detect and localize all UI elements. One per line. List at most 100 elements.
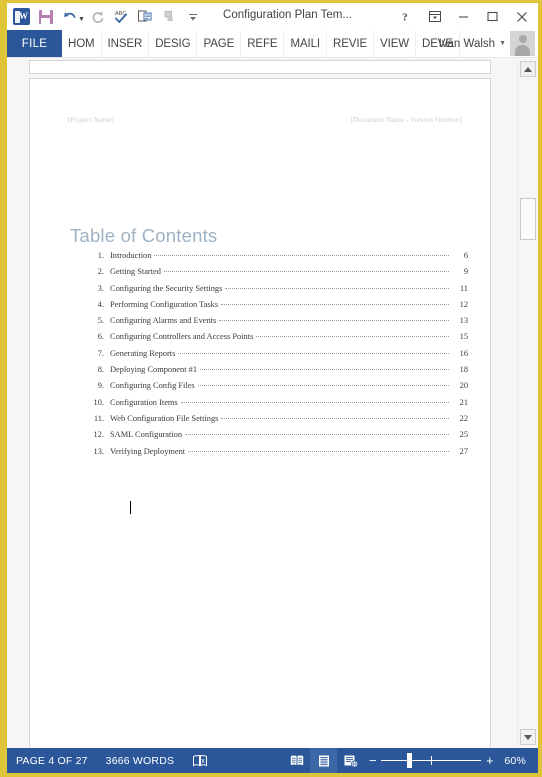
toc-entry[interactable]: 11. Web Configuration File Settings 22 — [70, 414, 468, 430]
toc-label[interactable]: Configuration Items — [110, 398, 181, 407]
toc-label[interactable]: Deploying Component #1 — [110, 365, 200, 374]
toc-label[interactable]: Introduction — [110, 251, 154, 260]
proofing-errors-icon[interactable]: x — [183, 748, 217, 773]
print-layout-button[interactable] — [310, 748, 338, 773]
word-count[interactable]: 3666 WORDS — [97, 748, 184, 773]
toc-entry[interactable]: 13. Verifying Deployment 27 — [70, 447, 468, 463]
toc-number: 5. — [97, 316, 104, 326]
toc-leader-dots — [221, 417, 449, 419]
toc-label[interactable]: Generating Reports — [110, 349, 178, 358]
avatar[interactable] — [510, 31, 535, 56]
svg-text:x: x — [201, 758, 205, 765]
toc-entry[interactable]: 6. Configuring Controllers and Access Po… — [70, 332, 468, 348]
tab-insert[interactable]: INSER — [102, 30, 150, 57]
toc-leader-dots — [188, 450, 449, 452]
toc-number: 13. — [93, 446, 104, 456]
web-layout-button[interactable] — [337, 748, 364, 773]
toc-leader-dots — [256, 336, 449, 338]
table-of-contents-list: 1. Introduction 6 2. Getting Started 9 3… — [70, 251, 468, 463]
touch-mode-icon[interactable] — [158, 6, 181, 28]
ribbon-tabs-group: HOM INSER DESIG PAGE REFE MAILI REVIE VI… — [62, 30, 460, 57]
toc-number: 1. — [97, 251, 104, 260]
customize-qat-icon[interactable] — [182, 6, 205, 28]
tab-page-layout[interactable]: PAGE — [197, 30, 242, 57]
toc-leader-dots — [225, 287, 449, 289]
toc-label[interactable]: Getting Started — [110, 267, 164, 276]
toc-page-number: 16 — [459, 348, 468, 358]
chevron-down-icon[interactable]: ▼ — [499, 40, 506, 47]
user-name-label: Ivan Walsh — [438, 37, 496, 50]
ribbon-display-options-button[interactable] — [420, 4, 449, 29]
toc-label[interactable]: SAML Configuration — [110, 430, 185, 439]
toc-entry[interactable]: 8. Deploying Component #1 18 — [70, 365, 468, 381]
undo-icon[interactable] — [58, 6, 81, 28]
minimize-button[interactable] — [449, 4, 478, 29]
word-application-window: W ▼ ABC Configuration Plan Tem... ? FILE… — [0, 0, 542, 777]
tab-mailings[interactable]: MAILI — [284, 30, 328, 57]
toc-page-number: 12 — [459, 299, 468, 309]
close-button[interactable] — [507, 4, 536, 29]
zoom-slider-handle[interactable] — [407, 753, 413, 768]
toc-entry[interactable]: 1. Introduction 6 — [70, 251, 468, 267]
tab-view[interactable]: VIEW — [374, 30, 417, 57]
toc-number: 7. — [97, 348, 104, 358]
help-button[interactable]: ? — [391, 4, 420, 29]
chevron-up-icon — [524, 66, 532, 72]
toc-label[interactable]: Verifying Deployment — [110, 447, 188, 456]
tab-references[interactable]: REFE — [241, 30, 285, 57]
zoom-level-label[interactable]: 60% — [498, 755, 534, 767]
document-scroll-area[interactable]: [Project Name] [Document Name - Version … — [7, 58, 517, 748]
toc-page-number: 25 — [459, 430, 468, 440]
tab-home[interactable]: HOM — [62, 30, 102, 57]
zoom-out-button[interactable]: − — [364, 754, 381, 767]
zoom-slider[interactable] — [381, 748, 482, 773]
toc-entry[interactable]: 12. SAML Configuration 25 — [70, 430, 468, 446]
user-account-area[interactable]: Ivan Walsh ▼ — [439, 30, 535, 57]
save-icon[interactable] — [34, 6, 57, 28]
toc-label[interactable]: Configuring Config Files — [110, 381, 198, 390]
toc-number: 4. — [97, 299, 104, 309]
chevron-down-icon — [524, 734, 532, 740]
toc-label[interactable]: Configuring the Security Settings — [110, 284, 225, 293]
toc-label[interactable]: Configuring Controllers and Access Point… — [110, 332, 256, 341]
ribbon-tab-bar: FILE HOM INSER DESIG PAGE REFE MAILI REV… — [7, 30, 538, 58]
toc-entry[interactable]: 4. Performing Configuration Tasks 12 — [70, 300, 468, 316]
read-mode-button[interactable] — [283, 748, 310, 773]
scroll-up-button[interactable] — [520, 61, 536, 77]
toc-leader-dots — [219, 320, 449, 322]
scrollbar-thumb[interactable] — [520, 198, 536, 240]
toc-label[interactable]: Performing Configuration Tasks — [110, 300, 221, 309]
toc-entry[interactable]: 3. Configuring the Security Settings 11 — [70, 284, 468, 300]
text-cursor — [130, 501, 131, 514]
document-page[interactable]: [Project Name] [Document Name - Version … — [29, 78, 491, 748]
document-header: [Project Name] [Document Name - Version … — [68, 115, 462, 124]
toc-entry[interactable]: 9. Configuring Config Files 20 — [70, 381, 468, 397]
toc-entry[interactable]: 2. Getting Started 9 — [70, 267, 468, 283]
page-status[interactable]: PAGE 4 OF 27 — [7, 748, 97, 773]
toc-label[interactable]: Web Configuration File Settings — [110, 414, 221, 423]
vertical-scrollbar[interactable] — [517, 58, 538, 748]
toc-number: 9. — [97, 381, 104, 391]
word-logo-icon[interactable]: W — [10, 6, 33, 28]
toc-page-number: 22 — [459, 413, 468, 423]
toc-number: 6. — [97, 332, 104, 342]
tab-review[interactable]: REVIE — [327, 30, 375, 57]
document-workspace: [Project Name] [Document Name - Version … — [7, 58, 538, 748]
zoom-control[interactable]: − + 60% — [364, 748, 538, 773]
toc-leader-dots — [178, 352, 449, 354]
scroll-down-button[interactable] — [520, 729, 536, 745]
print-preview-icon[interactable] — [134, 6, 157, 28]
maximize-button[interactable] — [478, 4, 507, 29]
tab-design[interactable]: DESIG — [149, 30, 198, 57]
tab-file[interactable]: FILE — [7, 30, 62, 57]
spelling-check-icon[interactable]: ABC — [110, 6, 133, 28]
zoom-in-button[interactable]: + — [481, 754, 498, 767]
toc-entry[interactable]: 5. Configuring Alarms and Events 13 — [70, 316, 468, 332]
toc-label[interactable]: Configuring Alarms and Events — [110, 316, 219, 325]
svg-text:?: ? — [402, 12, 408, 24]
toc-entry[interactable]: 10. Configuration Items 21 — [70, 398, 468, 414]
toc-number: 11. — [93, 413, 104, 423]
toc-entry[interactable]: 7. Generating Reports 16 — [70, 349, 468, 365]
toc-number: 12. — [93, 430, 104, 440]
redo-icon[interactable] — [86, 6, 109, 28]
